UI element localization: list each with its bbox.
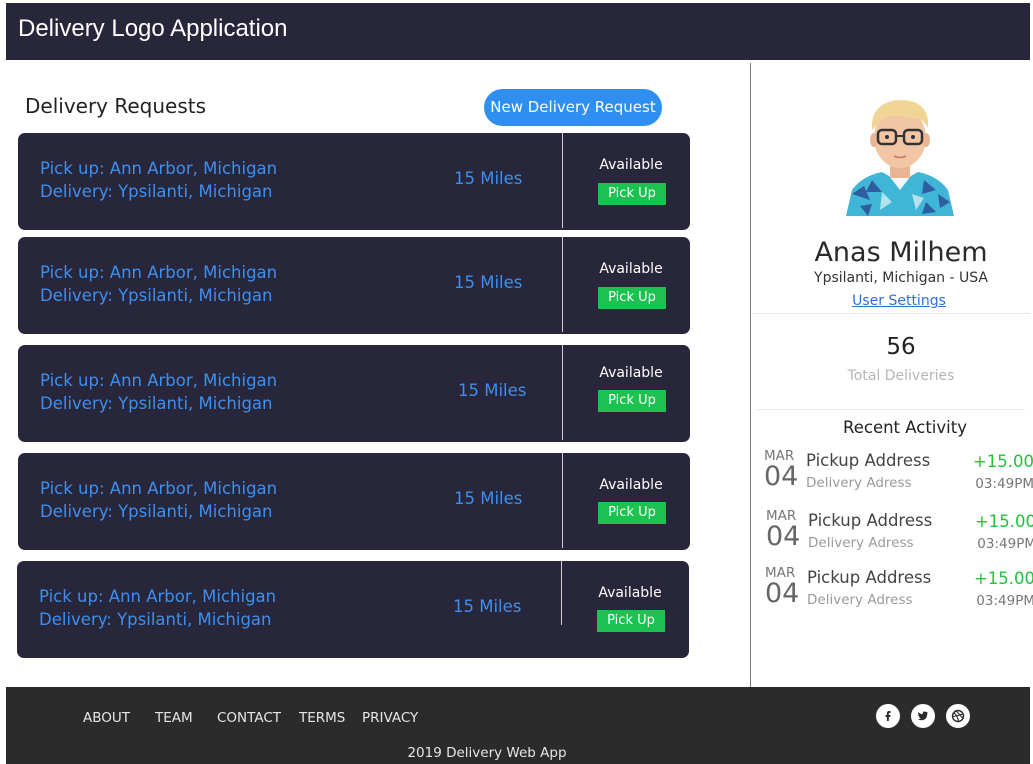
divider [757,409,1025,410]
footer-link-contact[interactable]: CONTACT [217,710,281,726]
activity-item[interactable]: MAR 04 Pickup Address Delivery Adress +1… [766,508,1033,560]
total-deliveries-label: Total Deliveries [847,368,955,384]
copyright-text: 2019 Delivery Web App [407,745,567,761]
activity-sub-address: Delivery Adress [807,592,913,608]
footer: ABOUT TEAM CONTACT TERMS PRIVACY 2019 De… [6,687,1030,764]
footer-link-privacy[interactable]: PRIVACY [362,710,418,726]
route-info: Pick up: Ann Arbor, Michigan Delivery: Y… [40,369,277,415]
activity-sub-address: Delivery Adress [806,475,912,491]
delivery-request-card[interactable]: Pick up: Ann Arbor, Michigan Delivery: Y… [18,345,690,442]
distance: 15 Miles [454,489,523,508]
total-deliveries-count: 56 [886,334,916,360]
activity-amount: +15.00 [973,569,1033,588]
footer-link-team[interactable]: TEAM [155,710,193,726]
pickup-location: Pick up: Ann Arbor, Michigan [40,159,278,178]
card-divider [562,133,563,228]
activity-time: 03:49PM [976,593,1033,609]
pickup-location: Pick up: Ann Arbor, Michigan [40,371,278,390]
delivery-location: Delivery: Ypsilanti, Michigan [40,394,273,413]
route-info: Pick up: Ann Arbor, Michigan Delivery: Y… [40,157,277,203]
status-label: Available [598,585,662,601]
distance: 15 Miles [453,597,522,616]
section-title: Delivery Requests [25,94,207,118]
delivery-location: Delivery: Ypsilanti, Michigan [39,610,272,629]
card-divider [562,237,563,332]
card-divider [562,345,563,440]
pick-up-button[interactable]: Pick Up [597,610,665,632]
user-settings-link[interactable]: User Settings [752,293,1033,309]
activity-address: Pickup Address [807,568,932,587]
route-info: Pick up: Ann Arbor, Michigan Delivery: Y… [40,477,277,523]
pick-up-button[interactable]: Pick Up [598,390,666,412]
activity-time: 03:49PM [977,536,1033,552]
app-title: Delivery Logo Application [18,15,288,42]
delivery-request-card[interactable]: Pick up: Ann Arbor, Michigan Delivery: Y… [18,453,690,550]
status-label: Available [599,261,663,277]
card-divider [561,561,562,625]
activity-address: Pickup Address [806,451,931,470]
delivery-request-card[interactable]: Pick up: Ann Arbor, Michigan Delivery: Y… [18,237,690,334]
footer-link-terms[interactable]: TERMS [299,710,345,726]
avatar [842,94,958,216]
pick-up-button[interactable]: Pick Up [598,502,666,524]
recent-activity-title: Recent Activity [843,418,967,437]
avatar-illustration [846,100,954,216]
distance: 15 Miles [458,381,527,400]
footer-link-about[interactable]: ABOUT [83,710,130,726]
profile-location: Ypsilanti, Michigan - USA [814,270,988,286]
activity-time: 03:49PM [975,476,1033,492]
pickup-location: Pick up: Ann Arbor, Michigan [40,263,278,282]
status-label: Available [599,157,663,173]
dribbble-icon[interactable] [946,704,970,728]
pick-up-button[interactable]: Pick Up [598,183,666,205]
twitter-icon[interactable] [911,704,935,728]
route-info: Pick up: Ann Arbor, Michigan Delivery: Y… [40,261,277,307]
pickup-location: Pick up: Ann Arbor, Michigan [40,479,278,498]
activity-day: 04 [766,521,801,552]
delivery-location: Delivery: Ypsilanti, Michigan [40,182,273,201]
route-info: Pick up: Ann Arbor, Michigan Delivery: Y… [39,585,276,631]
status-label: Available [599,365,663,381]
delivery-location: Delivery: Ypsilanti, Michigan [40,286,273,305]
activity-day: 04 [765,578,800,609]
facebook-icon[interactable] [876,704,900,728]
delivery-request-card[interactable]: Pick up: Ann Arbor, Michigan Delivery: Y… [18,133,690,230]
activity-amount: +15.00 [974,512,1033,531]
activity-day: 04 [764,461,799,492]
activity-sub-address: Delivery Adress [808,535,914,551]
status-label: Available [599,477,663,493]
delivery-request-card[interactable]: Pick up: Ann Arbor, Michigan Delivery: Y… [17,561,689,658]
divider [752,313,1030,314]
profile-name: Anas Milhem [814,237,988,268]
card-divider [562,453,563,548]
activity-amount: +15.00 [972,452,1033,471]
delivery-location: Delivery: Ypsilanti, Michigan [40,502,273,521]
new-delivery-request-button[interactable]: New Delivery Request [484,89,662,126]
activity-item[interactable]: MAR 04 Pickup Address Delivery Adress +1… [764,448,1033,500]
column-divider [750,63,751,687]
activity-address: Pickup Address [808,511,933,530]
distance: 15 Miles [454,273,523,292]
distance: 15 Miles [454,169,523,188]
activity-item[interactable]: MAR 04 Pickup Address Delivery Adress +1… [765,565,1033,617]
pickup-location: Pick up: Ann Arbor, Michigan [39,587,277,606]
app-header: Delivery Logo Application [6,3,1030,60]
pick-up-button[interactable]: Pick Up [598,287,666,309]
